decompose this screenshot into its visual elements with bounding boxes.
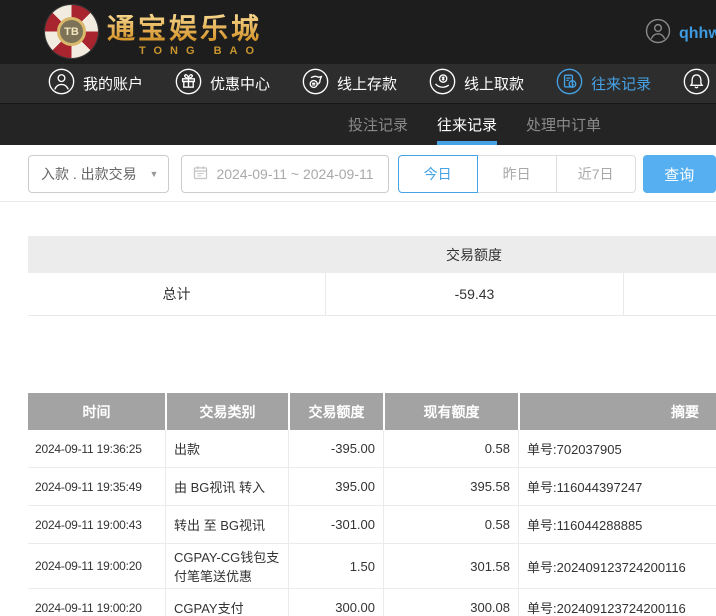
- withdraw-icon: [429, 68, 456, 99]
- col-header-balance: 现有额度: [385, 393, 518, 430]
- yesterday-button[interactable]: 昨日: [476, 155, 557, 193]
- cell-balance: 300.08: [383, 589, 518, 616]
- top-header: TB 通宝娱乐城 TONG BAO qhhw: [0, 0, 716, 64]
- cell-type: 出款: [165, 430, 288, 467]
- table-row: 2024-09-11 19:36:25 出款 -395.00 0.58 单号:7…: [28, 430, 716, 468]
- tab-pending-orders[interactable]: 处理中订单: [526, 104, 601, 145]
- summary-total-row: 总计 -59.43: [28, 273, 716, 316]
- summary-total-value: -59.43: [325, 273, 623, 315]
- search-button[interactable]: 查询: [642, 155, 716, 193]
- nav-item-transaction-records[interactable]: 往来记录: [556, 68, 651, 99]
- nav-item-my-account[interactable]: 我的账户: [48, 68, 143, 99]
- date-range-value: 2024-09-11 ~ 2024-09-11: [216, 166, 374, 182]
- chevron-down-icon: ▼: [149, 169, 159, 179]
- nav-label: 优惠中心: [210, 76, 271, 93]
- table-row: 2024-09-11 19:00:43 转出 至 BG视讯 -301.00 0.…: [28, 506, 716, 544]
- table-row: 2024-09-11 19:00:20 CGPAY支付 300.00 300.0…: [28, 589, 716, 616]
- cell-amount: 300.00: [288, 589, 383, 616]
- today-button[interactable]: 今日: [397, 155, 478, 193]
- nav-item-notifications[interactable]: [683, 68, 710, 99]
- table-row: 2024-09-11 19:00:20 CGPAY-CG钱包支付笔笔送优惠 1.…: [28, 544, 716, 589]
- summary-total-label: 总计: [162, 286, 191, 302]
- col-header-time: 时间: [28, 393, 165, 430]
- table-header-row: 时间 交易类别 交易额度 现有额度 摘要: [28, 393, 716, 430]
- last7days-button[interactable]: 近7日: [555, 155, 636, 193]
- gift-icon: [175, 68, 202, 99]
- col-header-amount: 交易额度: [290, 393, 383, 430]
- cell-type: CGPAY支付: [165, 589, 288, 616]
- nav-item-online-withdraw[interactable]: 线上取款: [429, 68, 524, 99]
- nav-item-online-deposit[interactable]: 线上存款: [302, 68, 397, 99]
- summary-table: 交易额度 总计 -59.43: [28, 236, 716, 316]
- cell-balance: 0.58: [383, 506, 518, 543]
- cell-type: 由 BG视讯 转入: [165, 468, 288, 505]
- summary-header-row: 交易额度: [28, 236, 716, 273]
- transaction-type-select[interactable]: 入款 . 出款交易 ▼: [28, 155, 170, 193]
- brand-text: 通宝娱乐城 TONG BAO: [107, 7, 262, 57]
- cell-type: 转出 至 BG视讯: [165, 506, 288, 543]
- cell-balance: 395.58: [383, 468, 518, 505]
- records-tabbar: 投注记录 往来记录 处理中订单: [0, 103, 716, 145]
- tab-transaction-records[interactable]: 往来记录: [437, 104, 498, 145]
- cell-summary: 单号:116044288885: [518, 506, 716, 543]
- transactions-table: 时间 交易类别 交易额度 现有额度 摘要 2024-09-11 19:36:25…: [28, 393, 716, 616]
- nav-label: 我的账户: [83, 76, 144, 93]
- cell-time: 2024-09-11 19:36:25: [35, 441, 142, 456]
- user-icon: [48, 68, 75, 99]
- summary-header-amount: 交易额度: [446, 246, 502, 263]
- cell-summary: 单号:702037905: [518, 430, 716, 467]
- cell-amount: 1.50: [288, 544, 383, 588]
- nav-label: 往来记录: [591, 76, 652, 93]
- avatar-icon: [645, 18, 671, 49]
- calendar-icon: [192, 164, 209, 184]
- quick-date-buttons: 今日 昨日 近7日: [397, 155, 636, 201]
- bell-icon: [683, 68, 710, 99]
- chip-monogram: TB: [57, 17, 86, 46]
- cell-time: 2024-09-11 19:35:49: [35, 479, 142, 494]
- cell-amount: -395.00: [288, 430, 383, 467]
- date-range-input[interactable]: 2024-09-11 ~ 2024-09-11: [181, 155, 389, 193]
- col-header-summary: 摘要: [520, 393, 716, 430]
- col-header-type: 交易类别: [167, 393, 288, 430]
- cell-amount: 395.00: [288, 468, 383, 505]
- nav-label: 线上存款: [337, 76, 398, 93]
- deposit-icon: [302, 68, 329, 99]
- user-account[interactable]: qhhw: [645, 18, 716, 49]
- records-icon: [556, 68, 583, 99]
- username: qhhw: [679, 24, 716, 42]
- summary-empty-cell: [623, 273, 716, 315]
- brand-title: 通宝娱乐城: [107, 7, 262, 47]
- cell-balance: 0.58: [383, 430, 518, 467]
- cell-type: CGPAY-CG钱包支付笔笔送优惠: [165, 544, 288, 588]
- cell-balance: 301.58: [383, 544, 518, 588]
- cell-time: 2024-09-11 19:00:20: [35, 600, 142, 615]
- casino-chip-icon: TB: [45, 5, 98, 58]
- cell-summary: 单号:202409123724200116: [518, 544, 716, 588]
- main-nav: 我的账户 优惠中心 线上存款 线上取款 往来记录: [0, 64, 716, 103]
- nav-item-promotions[interactable]: 优惠中心: [175, 68, 270, 99]
- filter-bar: 入款 . 出款交易 ▼ 2024-09-11 ~ 2024-09-11 今日 昨…: [0, 145, 716, 202]
- transactions-page: TB 通宝娱乐城 TONG BAO qhhw 我的账户 优惠中心 线上存款 线上…: [0, 0, 716, 616]
- cell-summary: 单号:202409123724200116: [518, 589, 716, 616]
- cell-amount: -301.00: [288, 506, 383, 543]
- table-row: 2024-09-11 19:35:49 由 BG视讯 转入 395.00 395…: [28, 468, 716, 506]
- cell-time: 2024-09-11 19:00:43: [35, 517, 142, 532]
- tab-betting-records[interactable]: 投注记录: [348, 104, 408, 145]
- selected-type: 入款 . 出款交易: [41, 166, 137, 182]
- nav-label: 线上取款: [464, 76, 525, 93]
- cell-time: 2024-09-11 19:00:20: [35, 559, 142, 573]
- cell-summary: 单号:116044397247: [518, 468, 716, 505]
- brand-logo[interactable]: TB 通宝娱乐城 TONG BAO: [45, 5, 262, 58]
